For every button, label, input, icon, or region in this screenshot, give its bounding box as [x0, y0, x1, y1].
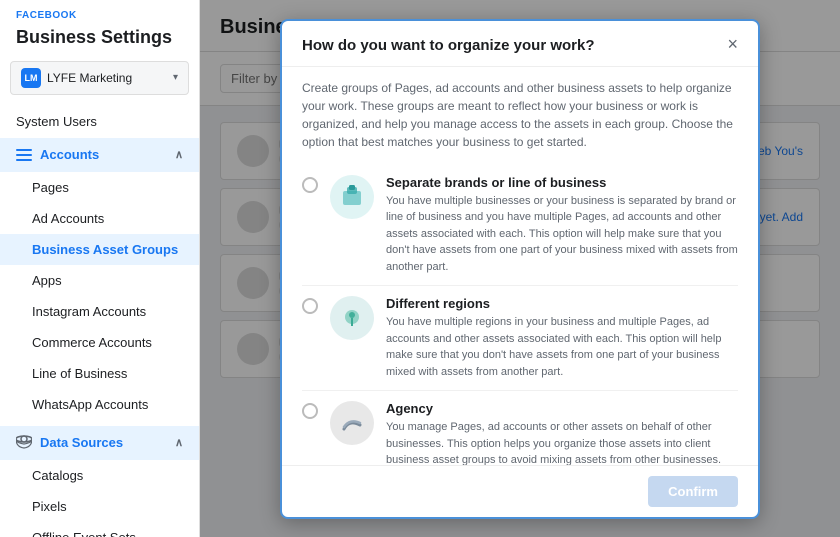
brand-label: FACEBOOK	[0, 0, 199, 25]
option-radio-different-regions[interactable]	[302, 298, 318, 314]
option-radio-separate-brands[interactable]	[302, 177, 318, 193]
sidebar-item-system-users[interactable]: System Users	[0, 105, 199, 138]
sidebar-item-business-asset-groups[interactable]: Business Asset Groups	[0, 234, 199, 265]
sidebar-item-pixels[interactable]: Pixels	[0, 491, 199, 522]
option-title-separate-brands: Separate brands or line of business	[386, 175, 738, 190]
option-desc-separate-brands: You have multiple businesses or your bus…	[386, 193, 738, 276]
sidebar-section-accounts[interactable]: Accounts ∧	[0, 138, 199, 172]
option-title-different-regions: Different regions	[386, 296, 738, 311]
sidebar-item-instagram-accounts[interactable]: Instagram Accounts	[0, 296, 199, 327]
system-users-label: System Users	[16, 114, 97, 129]
option-separate-brands[interactable]: Separate brands or line of business You …	[302, 165, 738, 287]
sidebar-item-offline-event-sets[interactable]: Offline Event Sets	[0, 522, 199, 537]
modal-description: Create groups of Pages, ad accounts and …	[302, 79, 738, 151]
modal-footer: Confirm	[282, 465, 758, 517]
modal-body: Create groups of Pages, ad accounts and …	[282, 67, 758, 465]
sidebar-section-data-sources[interactable]: Data Sources ∧	[0, 426, 199, 460]
modal-overlay: How do you want to organize your work? ×…	[200, 0, 840, 537]
modal-title: How do you want to organize your work?	[302, 37, 595, 54]
confirm-button[interactable]: Confirm	[648, 476, 738, 507]
data-sources-label: Data Sources	[40, 435, 123, 450]
modal-header: How do you want to organize your work? ×	[282, 21, 758, 67]
option-icon-different-regions	[330, 296, 374, 340]
brands-icon	[338, 183, 366, 211]
option-different-regions[interactable]: Different regions You have multiple regi…	[302, 286, 738, 391]
option-title-agency: Agency	[386, 401, 738, 416]
sidebar: FACEBOOK Business Settings LM LYFE Marke…	[0, 0, 200, 537]
sidebar-item-line-of-business[interactable]: Line of Business	[0, 358, 199, 389]
agency-icon	[338, 409, 366, 437]
option-icon-separate-brands	[330, 175, 374, 219]
sidebar-item-ad-accounts[interactable]: Ad Accounts	[0, 203, 199, 234]
account-selector[interactable]: LM LYFE Marketing ▾	[10, 61, 189, 95]
sidebar-title: Business Settings	[0, 25, 199, 61]
data-sources-collapse-icon[interactable]: ∧	[175, 436, 183, 449]
option-icon-agency	[330, 401, 374, 445]
close-icon[interactable]: ×	[727, 35, 738, 53]
option-radio-agency[interactable]	[302, 403, 318, 419]
sidebar-item-whatsapp-accounts[interactable]: WhatsApp Accounts	[0, 389, 199, 420]
account-avatar: LM	[21, 68, 41, 88]
main-content: Business Asset Groups Celeb You's cted y…	[200, 0, 840, 537]
sidebar-item-catalogs[interactable]: Catalogs	[0, 460, 199, 491]
option-desc-different-regions: You have multiple regions in your busine…	[386, 314, 738, 380]
accounts-label: Accounts	[40, 147, 99, 162]
accounts-collapse-icon[interactable]: ∧	[175, 148, 183, 161]
option-desc-agency: You manage Pages, ad accounts or other a…	[386, 419, 738, 465]
data-sources-icon	[16, 435, 32, 451]
chevron-down-icon: ▾	[173, 72, 178, 83]
sidebar-item-commerce-accounts[interactable]: Commerce Accounts	[0, 327, 199, 358]
regions-icon	[338, 304, 366, 332]
modal-dialog: How do you want to organize your work? ×…	[280, 19, 760, 519]
sidebar-item-apps[interactable]: Apps	[0, 265, 199, 296]
sidebar-item-pages[interactable]: Pages	[0, 172, 199, 203]
option-agency[interactable]: Agency You manage Pages, ad accounts or …	[302, 391, 738, 465]
account-name: LYFE Marketing	[47, 71, 167, 85]
list-icon	[16, 147, 32, 163]
